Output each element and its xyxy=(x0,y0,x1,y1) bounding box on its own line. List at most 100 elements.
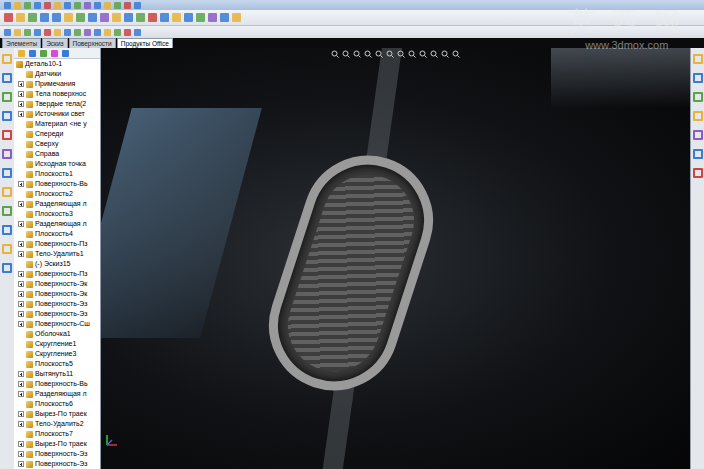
tree-item[interactable]: Поверхность-Эк xyxy=(14,289,100,299)
expand-icon[interactable] xyxy=(18,441,24,447)
view-icon[interactable] xyxy=(331,50,339,58)
tree-item[interactable]: Поверхность-Эз xyxy=(14,299,100,309)
tree-item[interactable]: Разделяющая л xyxy=(14,199,100,209)
tool-icon[interactable] xyxy=(124,29,131,36)
tree-item[interactable]: Скругление3 xyxy=(14,349,100,359)
tool-icon[interactable] xyxy=(104,29,111,36)
expand-icon[interactable] xyxy=(18,301,24,307)
task-icon[interactable] xyxy=(693,73,703,83)
task-icon[interactable] xyxy=(693,92,703,102)
expand-icon[interactable] xyxy=(18,401,24,407)
tool-icon[interactable] xyxy=(14,2,21,9)
tool-icon[interactable] xyxy=(2,263,12,273)
command-tab[interactable]: Продукты Office xyxy=(117,38,173,48)
tool-icon[interactable] xyxy=(124,2,131,9)
task-icon[interactable] xyxy=(693,149,703,159)
graphics-area[interactable] xyxy=(101,48,690,469)
expand-icon[interactable] xyxy=(18,381,24,387)
tool-icon[interactable] xyxy=(16,13,25,22)
tree-item[interactable]: Вырез-По траек xyxy=(14,439,100,449)
tool-icon[interactable] xyxy=(28,13,37,22)
tool-icon[interactable] xyxy=(74,2,81,9)
tool-icon[interactable] xyxy=(134,29,141,36)
tree-item[interactable]: Твердые тела(2 xyxy=(14,99,100,109)
tree-item[interactable]: Вырез-По траек xyxy=(14,409,100,419)
command-tab[interactable]: Элементы xyxy=(2,38,41,48)
tool-icon[interactable] xyxy=(24,29,31,36)
expand-icon[interactable] xyxy=(18,341,24,347)
view-icon[interactable] xyxy=(397,50,405,58)
expand-icon[interactable] xyxy=(18,321,24,327)
tool-icon[interactable] xyxy=(44,29,51,36)
tree-item[interactable]: Исходная точка xyxy=(14,159,100,169)
tool-icon[interactable] xyxy=(34,29,41,36)
expand-icon[interactable] xyxy=(18,391,24,397)
tree-item[interactable]: Поверхность-Эз xyxy=(14,459,100,469)
command-tab[interactable]: Поверхности xyxy=(69,38,116,48)
view-icon[interactable] xyxy=(375,50,383,58)
expand-icon[interactable] xyxy=(18,411,24,417)
tool-icon[interactable] xyxy=(184,13,193,22)
expand-icon[interactable] xyxy=(18,211,24,217)
tool-icon[interactable] xyxy=(2,187,12,197)
tool-icon[interactable] xyxy=(100,13,109,22)
tree-item[interactable]: Поверхность-Эк xyxy=(14,279,100,289)
expand-icon[interactable] xyxy=(18,461,24,467)
expand-icon[interactable] xyxy=(18,251,24,257)
tree-item[interactable]: Поверхность-Вь xyxy=(14,179,100,189)
tree-item[interactable]: Разделяющая л xyxy=(14,389,100,399)
tree-item[interactable]: Скругление1 xyxy=(14,339,100,349)
tool-icon[interactable] xyxy=(76,13,85,22)
task-icon[interactable] xyxy=(693,54,703,64)
expand-icon[interactable] xyxy=(18,191,24,197)
tool-icon[interactable] xyxy=(2,168,12,178)
tool-icon[interactable] xyxy=(4,13,13,22)
expand-icon[interactable] xyxy=(18,291,24,297)
tree-item[interactable]: Спереди xyxy=(14,129,100,139)
expand-icon[interactable] xyxy=(18,311,24,317)
tool-icon[interactable] xyxy=(54,2,61,9)
expand-icon[interactable] xyxy=(18,451,24,457)
tool-icon[interactable] xyxy=(84,2,91,9)
tool-icon[interactable] xyxy=(4,29,11,36)
tool-icon[interactable] xyxy=(84,29,91,36)
tool-icon[interactable] xyxy=(40,13,49,22)
tree-item[interactable]: Разделяющая л xyxy=(14,219,100,229)
tool-icon[interactable] xyxy=(2,149,12,159)
task-icon[interactable] xyxy=(693,168,703,178)
expand-icon[interactable] xyxy=(18,161,24,167)
tool-icon[interactable] xyxy=(2,244,12,254)
tree-item[interactable]: Примечания xyxy=(14,79,100,89)
tool-icon[interactable] xyxy=(4,2,11,9)
expand-icon[interactable] xyxy=(18,231,24,237)
tree-item[interactable]: Тело-Удалить2 xyxy=(14,419,100,429)
expand-icon[interactable] xyxy=(18,431,24,437)
expand-icon[interactable] xyxy=(18,331,24,337)
expand-icon[interactable] xyxy=(18,121,24,127)
tree-item[interactable]: Плоскость3 xyxy=(14,209,100,219)
display-icon[interactable] xyxy=(51,50,58,57)
view-icon[interactable] xyxy=(430,50,438,58)
tool-icon[interactable] xyxy=(104,2,111,9)
expand-icon[interactable] xyxy=(18,101,24,107)
tool-icon[interactable] xyxy=(2,130,12,140)
expand-icon[interactable] xyxy=(18,91,24,97)
expand-icon[interactable] xyxy=(18,421,24,427)
expand-icon[interactable] xyxy=(18,221,24,227)
expand-icon[interactable] xyxy=(18,71,24,77)
tool-icon[interactable] xyxy=(2,92,12,102)
tree-item[interactable]: Тело-Удалить1 xyxy=(14,249,100,259)
tool-icon[interactable] xyxy=(34,2,41,9)
tool-icon[interactable] xyxy=(94,2,101,9)
tool-icon[interactable] xyxy=(160,13,169,22)
expand-icon[interactable] xyxy=(18,271,24,277)
expand-icon[interactable] xyxy=(18,371,24,377)
appearance-icon[interactable] xyxy=(62,50,69,57)
tool-icon[interactable] xyxy=(220,13,229,22)
view-icon[interactable] xyxy=(452,50,460,58)
task-icon[interactable] xyxy=(693,130,703,140)
tool-icon[interactable] xyxy=(134,2,141,9)
config-icon[interactable] xyxy=(40,50,47,57)
tree-item[interactable]: Плоскость2 xyxy=(14,189,100,199)
tool-icon[interactable] xyxy=(88,13,97,22)
